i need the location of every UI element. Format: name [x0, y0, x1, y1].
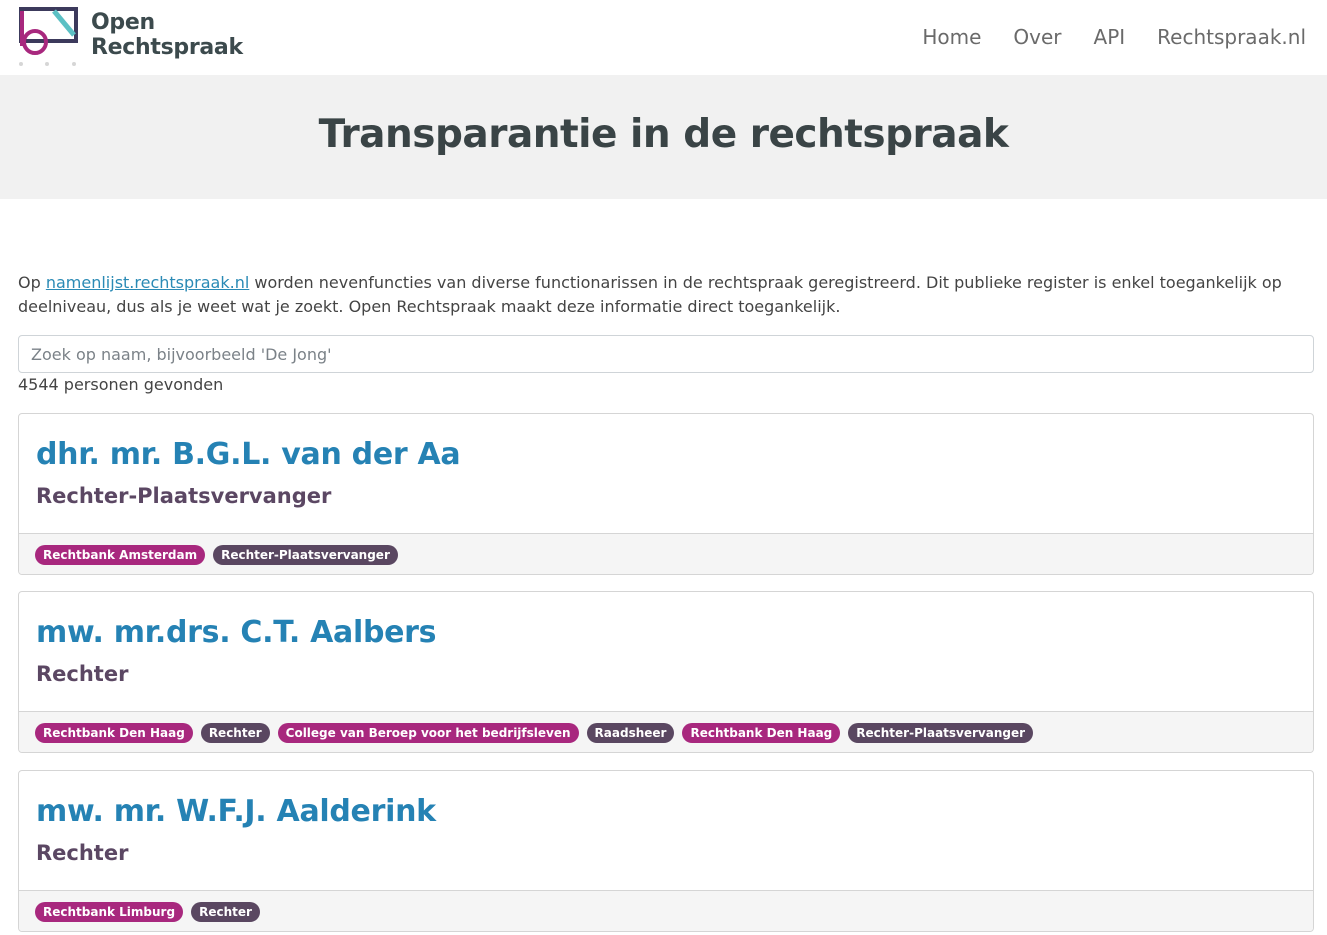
court-badge: Rechtbank Amsterdam — [35, 545, 206, 565]
person-role: Rechter-Plaatsvervanger — [36, 484, 332, 508]
namenlijst-link[interactable]: namenlijst.rechtspraak.nl — [46, 273, 249, 292]
main-nav: Home Over API Rechtspraak.nl — [922, 24, 1306, 50]
nav-rechtspraak[interactable]: Rechtspraak.nl — [1157, 24, 1306, 50]
person-role: Rechter — [36, 662, 129, 686]
court-badge: College van Beroep voor het bedrijfsleve… — [277, 723, 579, 743]
hero-banner: Transparantie in de rechtspraak — [0, 75, 1327, 199]
search-input[interactable] — [18, 335, 1314, 373]
role-badge: Rechter-Plaatsvervanger — [848, 723, 1034, 743]
brand-line-1: Open — [91, 10, 155, 35]
person-card[interactable]: mw. mr.drs. C.T. Aalbers Rechter Rechtba… — [18, 591, 1314, 753]
results-count: 4544 personen gevonden — [18, 375, 224, 394]
nav-over[interactable]: Over — [1013, 24, 1061, 50]
role-badge: Rechter — [191, 902, 260, 922]
person-card[interactable]: mw. mr. W.F.J. Aalderink Rechter Rechtba… — [18, 770, 1314, 932]
person-role: Rechter — [36, 841, 129, 865]
open-rechtspraak-logo-icon[interactable] — [18, 6, 80, 68]
court-badge: Rechtbank Den Haag — [682, 723, 841, 743]
person-name[interactable]: dhr. mr. B.G.L. van der Aa — [36, 436, 461, 474]
person-name[interactable]: mw. mr. W.F.J. Aalderink — [36, 793, 436, 831]
brand-name[interactable]: Open Rechtspraak — [91, 10, 243, 60]
badge-list: Rechtbank Den Haag Rechter College van B… — [19, 711, 1313, 752]
brand-line-2: Rechtspraak — [91, 35, 243, 60]
role-badge: Rechter — [200, 723, 270, 743]
navbar: Open Rechtspraak Home Over API Rechtspra… — [0, 0, 1327, 75]
badge-list: Rechtbank Amsterdam Rechter-Plaatsvervan… — [19, 533, 1313, 574]
nav-api[interactable]: API — [1094, 24, 1126, 50]
page-title: Transparantie in de rechtspraak — [318, 112, 1009, 157]
intro-text: Op namenlijst.rechtspraak.nl worden neve… — [18, 271, 1308, 319]
nav-home[interactable]: Home — [922, 24, 981, 50]
badge-list: Rechtbank Limburg Rechter — [19, 890, 1313, 931]
person-name[interactable]: mw. mr.drs. C.T. Aalbers — [36, 614, 437, 652]
intro-prefix: Op — [18, 273, 46, 292]
role-badge: Raadsheer — [586, 723, 675, 743]
role-badge: Rechter-Plaatsvervanger — [213, 545, 398, 565]
court-badge: Rechtbank Limburg — [35, 902, 184, 922]
court-badge: Rechtbank Den Haag — [35, 723, 193, 743]
person-card[interactable]: dhr. mr. B.G.L. van der Aa Rechter-Plaat… — [18, 413, 1314, 575]
